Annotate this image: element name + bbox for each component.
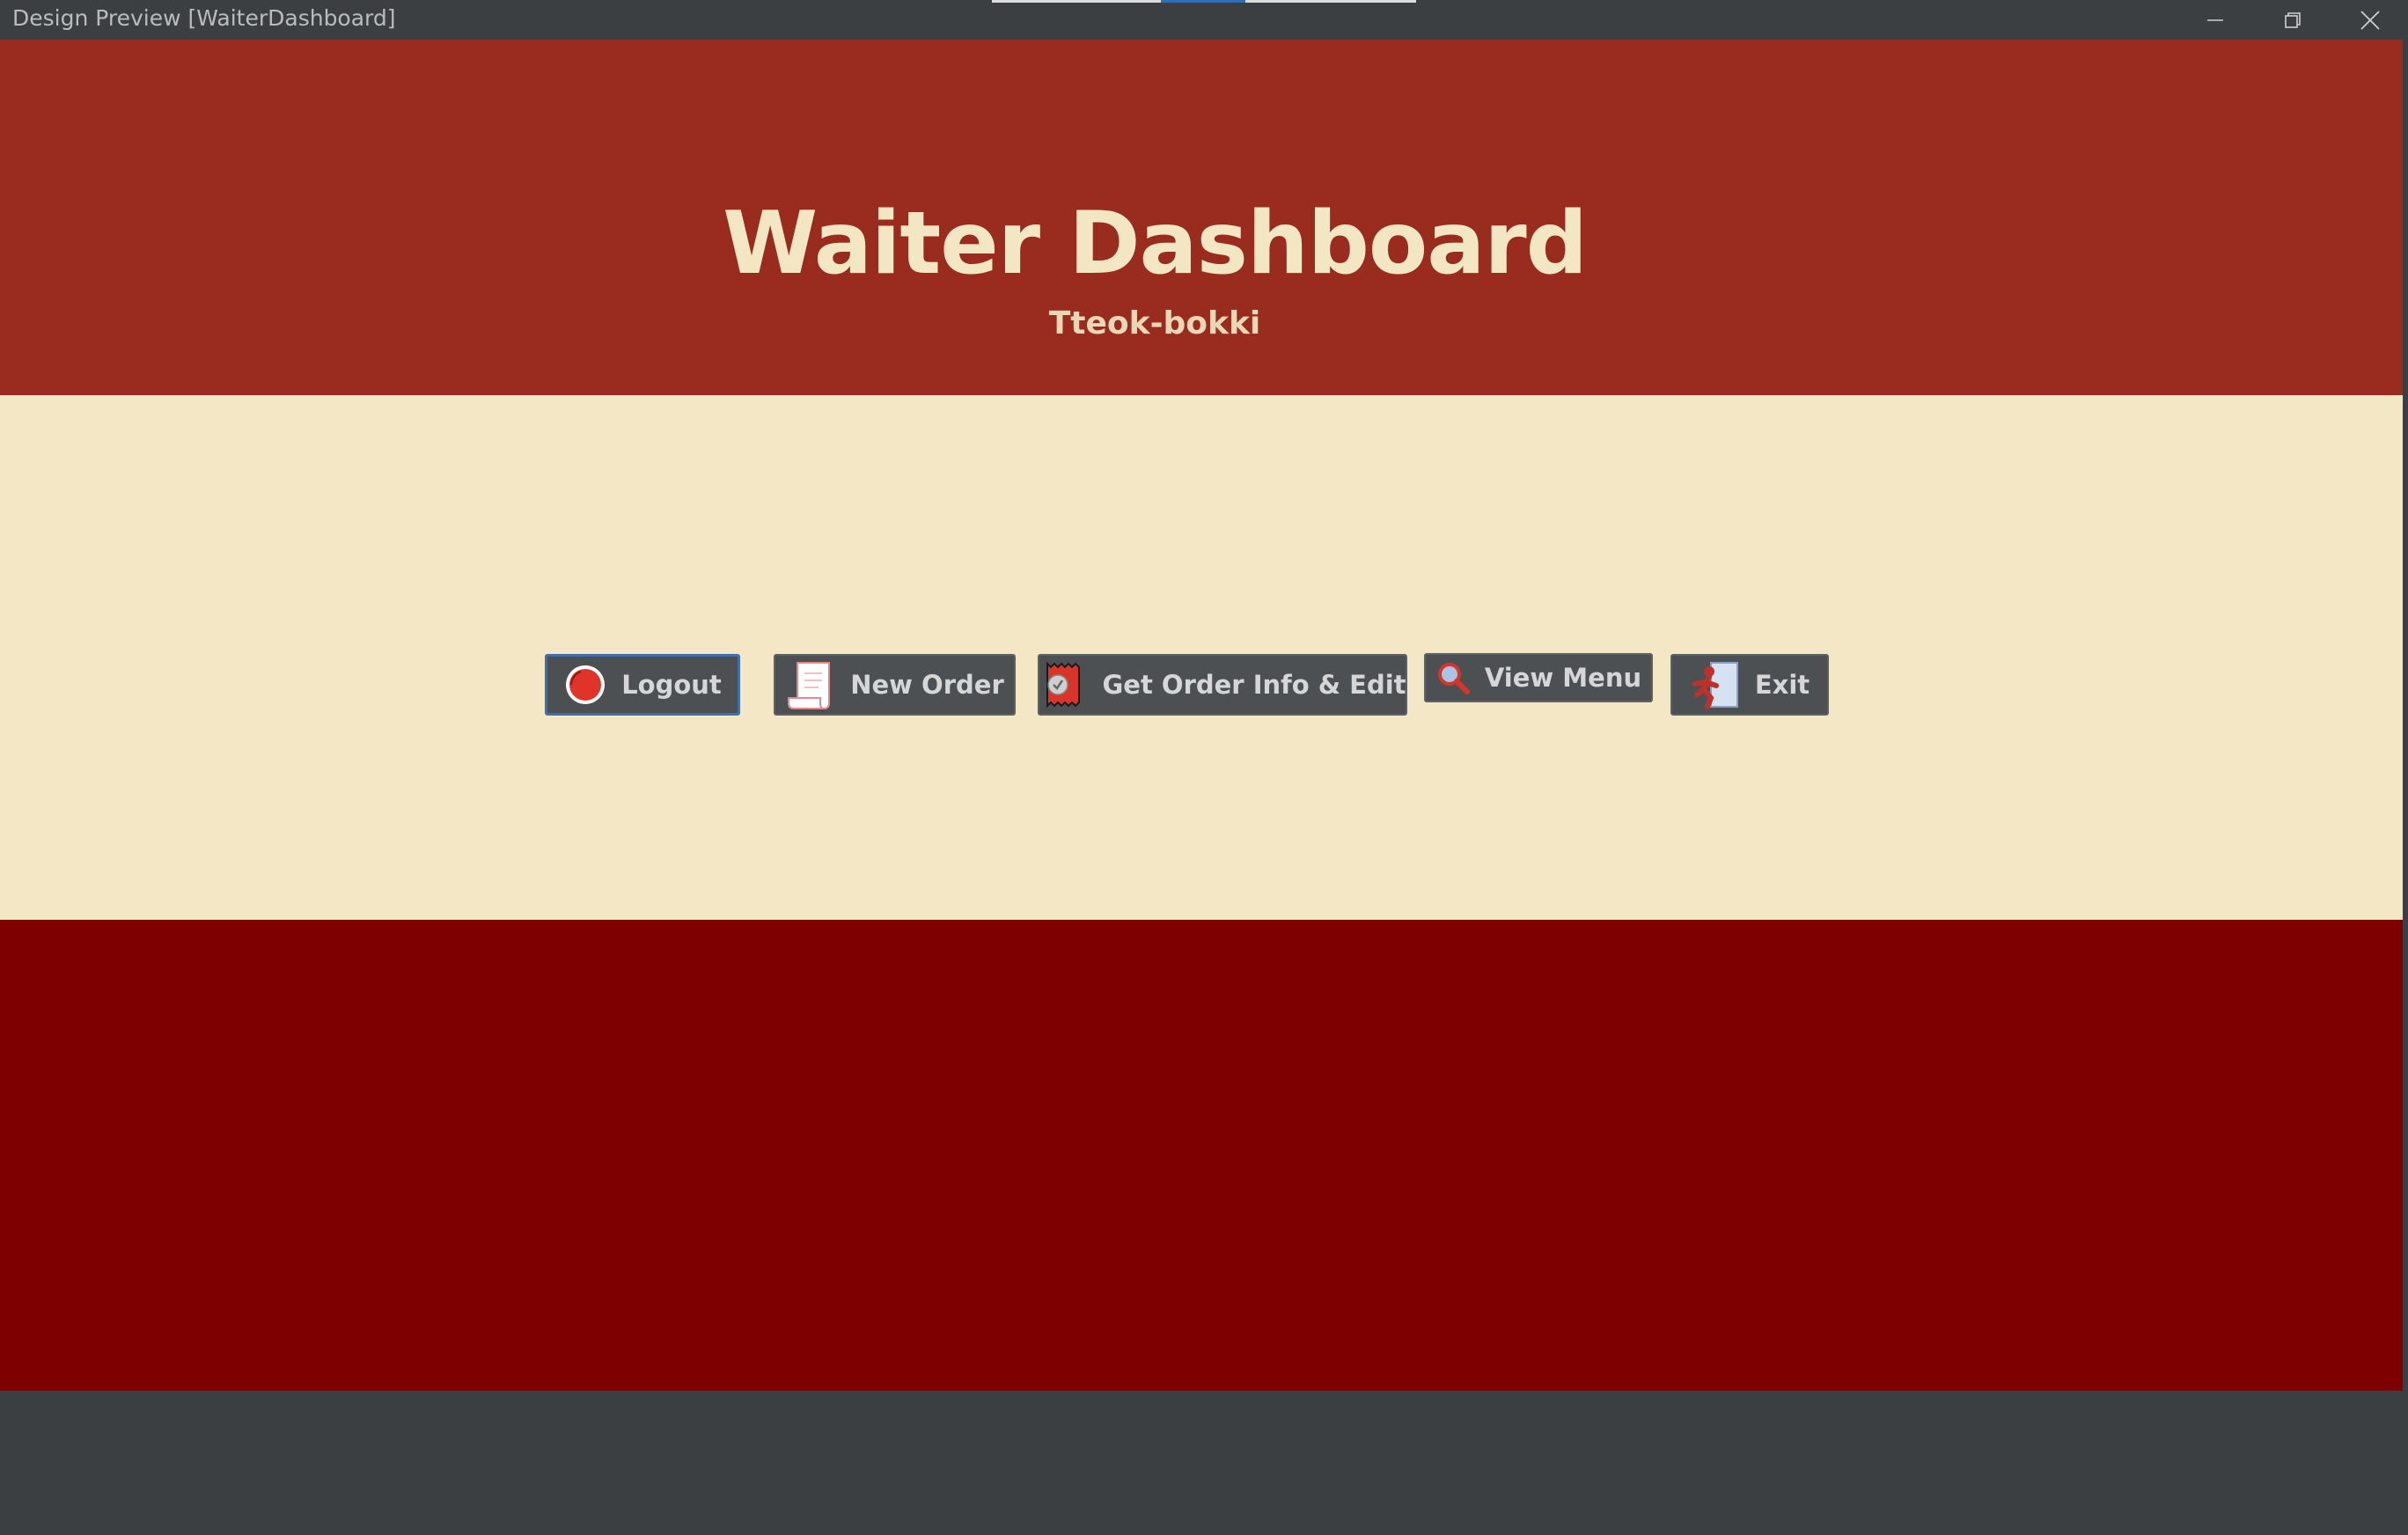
view-menu-label: View Menu [1484, 663, 1642, 693]
new-order-button[interactable]: New Order [774, 654, 1016, 716]
titlebar-strip-left [992, 0, 1161, 3]
exit-icon [1692, 662, 1738, 709]
titlebar-strip-right [1245, 0, 1416, 3]
restore-button[interactable] [2254, 0, 2331, 40]
close-icon [2360, 10, 2380, 30]
restore-icon [2285, 11, 2301, 28]
dashboard-header: Waiter Dashboard Tteok-bokki [0, 40, 2403, 395]
window-right-edge [2403, 40, 2408, 1391]
order-ticket-icon [1046, 661, 1081, 709]
window-titlebar: Design Preview [WaiterDashboard] [0, 0, 2408, 40]
minimize-icon [2207, 18, 2223, 21]
search-icon [1437, 663, 1470, 694]
dashboard-footer [0, 920, 2403, 1391]
get-order-info-label: Get Order Info & Edit [1102, 670, 1406, 700]
logout-label: Logout [621, 670, 722, 700]
restaurant-name: Tteok-bokki [1048, 305, 1261, 342]
new-order-label: New Order [850, 670, 1004, 700]
logout-icon [566, 665, 606, 704]
get-order-info-button[interactable]: Get Order Info & Edit [1038, 654, 1407, 716]
exit-button[interactable]: Exit [1670, 654, 1829, 716]
titlebar-strip-mid [1161, 0, 1245, 3]
button-panel: Logout New Order Get Order Info & Edit V… [0, 395, 2403, 920]
close-button[interactable] [2331, 0, 2408, 40]
receipt-icon [788, 662, 831, 709]
exit-label: Exit [1754, 670, 1810, 700]
logout-button[interactable]: Logout [545, 654, 740, 716]
minimize-button[interactable] [2177, 0, 2254, 40]
view-menu-button[interactable]: View Menu [1424, 653, 1653, 702]
window-title: Design Preview [WaiterDashboard] [12, 5, 396, 31]
page-title: Waiter Dashboard [723, 194, 1588, 294]
